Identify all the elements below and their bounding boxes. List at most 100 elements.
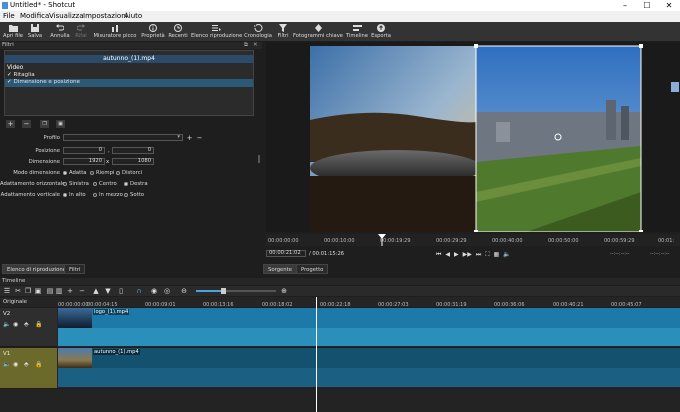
filters-button[interactable]: Filtri xyxy=(274,22,292,41)
peak-meter-button[interactable]: Misuratore picco xyxy=(93,22,137,41)
composite-icon[interactable]: ⬘ xyxy=(24,321,29,328)
add-filter-button[interactable]: + xyxy=(6,120,15,128)
radio-in-alto[interactable]: In alto xyxy=(63,192,86,198)
grid-icon[interactable]: ▦ xyxy=(494,251,500,258)
zoom-in-icon[interactable]: ⊕ xyxy=(280,287,288,295)
playlist-icon xyxy=(211,24,221,31)
skip-previous-icon[interactable]: ⏮ xyxy=(436,251,441,259)
play-icon[interactable]: ▶ xyxy=(454,251,459,258)
copy-icon[interactable]: ❐ xyxy=(24,287,32,295)
profile-dropdown[interactable]: ▾ xyxy=(63,134,183,141)
snap-icon[interactable]: ∩ xyxy=(135,287,143,295)
clip-autunno[interactable]: autunno_(1).mp4 xyxy=(58,348,680,387)
radio-centro[interactable]: Centro xyxy=(93,181,117,187)
cut-icon[interactable]: ✂ xyxy=(14,287,22,295)
timeline-button[interactable]: Timeline xyxy=(345,22,369,41)
timeline-menu-icon[interactable]: ☰ xyxy=(3,287,11,295)
close-button[interactable]: ✕ xyxy=(658,0,680,11)
delete-preset-button[interactable]: − xyxy=(195,134,204,142)
timeline-ruler[interactable]: Originale 00:00:00:00 00:00:04:15 00:00:… xyxy=(0,297,680,308)
mute-icon[interactable]: 🔈 xyxy=(3,361,10,368)
lock-icon[interactable]: 🔒 xyxy=(35,321,42,328)
keyframes-button[interactable]: Fotogrammi chiave xyxy=(293,22,343,41)
zoom-slider[interactable] xyxy=(196,288,276,294)
volume-icon[interactable]: 🔈 xyxy=(503,251,510,258)
minimize-button[interactable]: – xyxy=(614,0,636,11)
panel-close-button[interactable]: ✕ xyxy=(253,42,258,48)
append-icon[interactable]: ▤ xyxy=(46,287,54,295)
zoom-slider-handle[interactable] xyxy=(221,288,226,294)
overwrite-icon[interactable]: ▼ xyxy=(104,287,112,295)
ripple-icon[interactable]: ◎ xyxy=(163,287,171,295)
hide-icon[interactable]: ◉ xyxy=(13,321,18,328)
remove-icon[interactable]: − xyxy=(78,287,86,295)
toggle-zoom-icon[interactable]: ⛶ xyxy=(485,251,489,259)
menu-file[interactable]: File xyxy=(3,12,15,20)
radio-dot xyxy=(116,171,120,175)
properties-button[interactable]: Proprietà xyxy=(140,22,166,41)
lock-icon[interactable]: 🔒 xyxy=(35,361,42,368)
rewind-icon[interactable]: ◀ xyxy=(445,251,450,258)
current-time-field[interactable]: 00:00:21:02 xyxy=(266,250,306,257)
panel-splitter-handle[interactable] xyxy=(258,155,260,163)
position-y-input[interactable]: 0 xyxy=(112,147,154,154)
scrub-icon[interactable]: ◉ xyxy=(150,287,158,295)
tab-playlist[interactable]: Elenco di riproduzione xyxy=(2,264,71,274)
track-lane-v1: autunno_(1).mp4 xyxy=(57,348,680,388)
track-header-v2[interactable]: V2 🔈 ◉ ⬘ 🔒 xyxy=(0,308,57,347)
redo-button[interactable]: Rifai xyxy=(72,22,90,41)
timeline-playhead[interactable] xyxy=(316,297,317,412)
radio-distorci[interactable]: Distorci xyxy=(116,170,142,176)
export-icon xyxy=(377,23,385,32)
remove-filter-button[interactable]: − xyxy=(22,120,31,128)
paste-filter-button[interactable]: ▣ xyxy=(56,120,65,128)
skip-next-icon[interactable]: ⏭ xyxy=(476,251,481,259)
player-playhead[interactable] xyxy=(378,234,386,246)
player-ruler[interactable]: 00:00:00:00 00:00:10:00 00:00:19:29 00:0… xyxy=(266,234,680,246)
checkbox-ritaglia[interactable]: ✓ xyxy=(7,72,12,78)
composite-icon[interactable]: ⬘ xyxy=(24,361,29,368)
zoom-out-icon[interactable]: ⊖ xyxy=(180,287,188,295)
radio-destra[interactable]: Destra xyxy=(124,181,148,187)
tab-source[interactable]: Sorgente xyxy=(263,264,298,274)
radio-label: Sotto xyxy=(130,192,144,198)
save-preset-button[interactable]: + xyxy=(185,134,194,142)
radio-in-mezzo[interactable]: In mezzo xyxy=(93,192,123,198)
add-icon[interactable]: + xyxy=(66,287,74,295)
panel-float-button[interactable]: ⧉ xyxy=(244,42,248,49)
playlist-button[interactable]: Elenco riproduzione xyxy=(191,22,242,41)
export-button[interactable]: Esporta xyxy=(370,22,392,41)
tab-filters[interactable]: Filtri xyxy=(64,264,86,274)
copy-filter-button[interactable]: ❐ xyxy=(40,120,49,128)
radio-sotto[interactable]: Sotto xyxy=(124,192,144,198)
open-file-button[interactable]: Apri file xyxy=(2,22,24,41)
position-x-input[interactable]: 0 xyxy=(63,147,105,154)
radio-sinistra[interactable]: Sinistra xyxy=(63,181,89,187)
fast-forward-icon[interactable]: ▶▶ xyxy=(463,251,472,258)
lift-icon[interactable]: ▲ xyxy=(92,287,100,295)
paste-icon[interactable]: ▣ xyxy=(34,287,42,295)
menu-aiuto[interactable]: Aiuto xyxy=(124,12,142,20)
size-height-input[interactable]: 1080 xyxy=(112,158,154,165)
clip-logo[interactable]: logo_(1).mp4 xyxy=(58,308,680,346)
tab-project[interactable]: Progetto xyxy=(296,264,329,274)
filters-panel-title: Filtri xyxy=(2,42,14,48)
mute-icon[interactable]: 🔈 xyxy=(3,321,10,328)
save-button[interactable]: Salva xyxy=(26,22,44,41)
hide-icon[interactable]: ◉ xyxy=(13,361,18,368)
recent-button[interactable]: Recenti xyxy=(167,22,189,41)
ripple-delete-icon[interactable]: ▥ xyxy=(55,287,63,295)
undo-button[interactable]: Annulla xyxy=(49,22,71,41)
maximize-button[interactable]: ☐ xyxy=(636,0,658,11)
size-width-input[interactable]: 1920 xyxy=(63,158,105,165)
filter-item-dimensione[interactable]: ✓ Dimensione e posizione xyxy=(5,79,253,87)
checkbox-dimensione[interactable]: ✓ xyxy=(7,79,12,85)
radio-riempi[interactable]: Riempi xyxy=(90,170,114,176)
menu-visualizza[interactable]: Visualizza xyxy=(49,12,83,20)
split-icon[interactable]: ▯ xyxy=(117,287,125,295)
radio-adatta[interactable]: Adatta xyxy=(63,170,87,176)
menu-modifica[interactable]: Modifica xyxy=(20,12,49,20)
menu-impostazioni[interactable]: Impostazioni xyxy=(83,12,128,20)
history-button[interactable]: Cronologia xyxy=(244,22,272,41)
track-header-v1[interactable]: V1 🔈 ◉ ⬘ 🔒 xyxy=(0,348,57,388)
